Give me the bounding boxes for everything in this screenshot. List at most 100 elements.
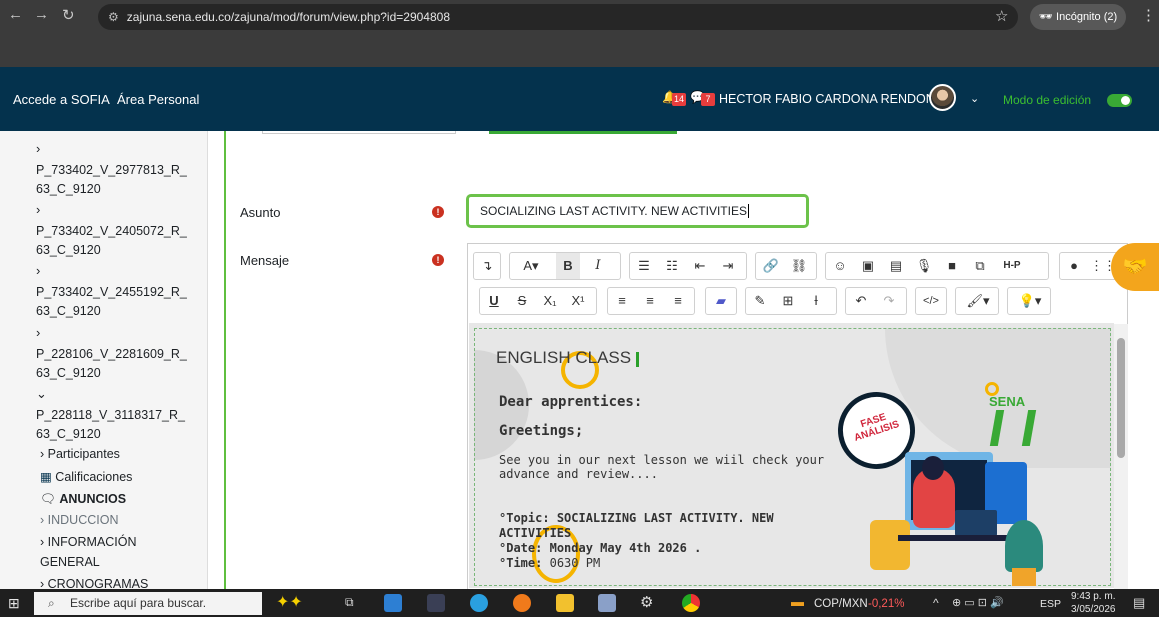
bold-icon[interactable]: B bbox=[556, 253, 580, 279]
app-icon[interactable] bbox=[384, 594, 402, 612]
sidebar-item-induccion[interactable]: › INDUCCION bbox=[40, 510, 118, 530]
language-indicator[interactable]: ESP bbox=[1040, 598, 1061, 610]
accessibility-icon[interactable]: ● bbox=[1062, 253, 1086, 279]
image-icon[interactable]: ▣ bbox=[856, 253, 880, 279]
sidebar-item-label: INFORMACIÓN bbox=[47, 535, 137, 549]
outdent-icon[interactable]: ⇤ bbox=[688, 253, 712, 279]
sparkle-icon[interactable]: ✦✦ bbox=[276, 592, 303, 612]
sidebar-item-active[interactable]: P_228118_V_3118317_R_ 63_C_9120 bbox=[36, 406, 206, 444]
clock-time[interactable]: 9:43 p. m. bbox=[1071, 591, 1115, 602]
taskbar-search-input[interactable]: ⌕ Escribe aquí para buscar. bbox=[34, 592, 262, 615]
table-icon[interactable]: ⊞ bbox=[776, 288, 800, 314]
cut-off-button[interactable] bbox=[489, 131, 677, 134]
redo-icon[interactable]: ↷ bbox=[877, 288, 901, 314]
font-style-dropdown[interactable]: A▾ bbox=[512, 253, 550, 279]
sidebar-item-anuncios[interactable]: 🗨 ANUNCIOS bbox=[40, 489, 126, 509]
notifications-center-icon[interactable]: ▤ bbox=[1133, 595, 1145, 611]
clear-format-icon[interactable]: Ɨ bbox=[804, 288, 828, 314]
tray-overflow-icon[interactable]: ^ bbox=[933, 596, 939, 610]
sidebar-item-label: ANUNCIOS bbox=[59, 492, 127, 506]
superscript-icon[interactable]: X¹ bbox=[566, 288, 590, 314]
incognito-button[interactable]: 🕶 Incógnito (2) bbox=[1030, 4, 1126, 30]
store-icon[interactable] bbox=[427, 594, 445, 612]
chevron-right-icon[interactable]: › bbox=[36, 325, 40, 340]
forward-icon[interactable]: → bbox=[34, 6, 49, 23]
address-bar[interactable]: ⚙ zajuna.sena.edu.co/zajuna/mod/forum/vie… bbox=[98, 4, 1018, 30]
date-value: Monday May 4th 2026 . bbox=[549, 541, 702, 555]
task-view-icon[interactable]: ⧉ bbox=[345, 595, 354, 610]
link-sofia[interactable]: Accede a SOFIA bbox=[13, 92, 110, 107]
windows-start-icon[interactable]: ⊞ bbox=[8, 595, 20, 612]
italic-icon[interactable]: I bbox=[586, 253, 610, 279]
firefox-icon[interactable] bbox=[513, 594, 531, 612]
sidebar-item-label: 63_C_9120 bbox=[36, 243, 101, 257]
user-name[interactable]: HECTOR FABIO CARDONA RENDON bbox=[719, 92, 935, 106]
sidebar-item[interactable]: P_228106_V_2281609_R_ 63_C_9120 bbox=[36, 345, 206, 383]
undo-icon[interactable]: ↶ bbox=[849, 288, 873, 314]
strikethrough-icon[interactable]: S bbox=[510, 288, 534, 314]
settings-gear-icon[interactable]: ⚙ bbox=[640, 593, 653, 611]
record-audio-icon[interactable]: 🎙 bbox=[912, 253, 936, 279]
bookmark-star-icon[interactable]: ☆ bbox=[995, 7, 1008, 25]
collapse-toolbar-icon[interactable]: ↴ bbox=[475, 253, 499, 279]
brush-dropdown-icon[interactable]: 🖌▾ bbox=[960, 288, 996, 314]
edge-icon[interactable] bbox=[470, 594, 488, 612]
chevron-down-icon[interactable]: ⌄ bbox=[970, 92, 979, 105]
sidebar-item-cronogramas[interactable]: › CRONOGRAMAS bbox=[40, 574, 148, 589]
underline-icon[interactable]: U bbox=[482, 288, 506, 314]
message-title: ENGLISH CLASS bbox=[496, 348, 632, 367]
search-icon: ⌕ bbox=[48, 596, 55, 610]
sidebar-item-calificaciones[interactable]: ▦ Calificaciones bbox=[40, 467, 132, 487]
chrome-icon[interactable] bbox=[682, 594, 700, 612]
link-icon[interactable]: 🔗 bbox=[759, 253, 783, 279]
chevron-right-icon[interactable]: › bbox=[36, 202, 40, 217]
file-explorer-icon[interactable] bbox=[556, 594, 574, 612]
sidebar-item-label: P_733402_V_2455192_R_ bbox=[36, 285, 187, 299]
bullet-list-icon[interactable]: ☰ bbox=[632, 253, 656, 279]
reload-icon[interactable]: ↻ bbox=[62, 6, 75, 24]
link-area-personal[interactable]: Área Personal bbox=[117, 92, 199, 107]
align-right-icon[interactable]: ≡ bbox=[666, 288, 690, 314]
currency-pair[interactable]: COP/MXN bbox=[814, 598, 868, 610]
sidebar-item[interactable]: P_733402_V_2455192_R_ 63_C_9120 bbox=[36, 283, 206, 321]
emoji-icon[interactable]: ☺ bbox=[828, 253, 852, 279]
body-line-2: advance and review.... bbox=[499, 467, 658, 481]
chevron-right-icon[interactable]: › bbox=[36, 263, 40, 278]
avatar[interactable] bbox=[929, 84, 956, 111]
greeting-line-2: Greetings; bbox=[499, 423, 584, 439]
indent-icon[interactable]: ⇥ bbox=[716, 253, 740, 279]
clock-date[interactable]: 3/05/2026 bbox=[1071, 604, 1116, 615]
align-left-icon[interactable]: ≡ bbox=[610, 288, 634, 314]
sidebar-item-participantes[interactable]: › Participantes bbox=[40, 444, 120, 464]
record-video-icon[interactable]: ■ bbox=[940, 253, 964, 279]
edit-icon[interactable]: ✎ bbox=[748, 288, 772, 314]
editor-scrollbar-thumb[interactable] bbox=[1117, 338, 1125, 458]
url-text: zajuna.sena.edu.co/zajuna/mod/forum/view… bbox=[126, 10, 450, 24]
subject-input[interactable]: SOCIALIZING LAST ACTIVITY. NEW ACTIVITIE… bbox=[466, 194, 809, 228]
chevron-right-icon[interactable]: › bbox=[36, 141, 40, 156]
teams-icon[interactable]: ▰ bbox=[709, 288, 733, 314]
sidebar-item-informacion-general[interactable]: › INFORMACIÓN GENERAL bbox=[40, 532, 137, 572]
sidebar-item-label: P_228118_V_3118317_R_ bbox=[36, 408, 185, 422]
handshake-icon[interactable]: 🤝 bbox=[1111, 243, 1159, 291]
unlink-icon[interactable]: ⛓ bbox=[787, 253, 811, 279]
html-source-icon[interactable]: </> bbox=[919, 288, 943, 314]
sidebar-item-label: INDUCCION bbox=[47, 513, 119, 527]
lightbulb-dropdown-icon[interactable]: 💡▾ bbox=[1012, 288, 1048, 314]
browser-menu-icon[interactable]: ⋮ bbox=[1141, 6, 1156, 24]
manage-files-icon[interactable]: ⧉ bbox=[968, 253, 992, 279]
media-icon[interactable]: ▤ bbox=[884, 253, 908, 279]
h5p-icon[interactable]: H-P bbox=[994, 253, 1030, 279]
paint-icon[interactable] bbox=[598, 594, 616, 612]
align-center-icon[interactable]: ≡ bbox=[638, 288, 662, 314]
subscript-icon[interactable]: X₁ bbox=[538, 288, 562, 314]
edit-mode-toggle[interactable] bbox=[1107, 94, 1132, 107]
sidebar-item[interactable]: P_733402_V_2977813_R_ 63_C_9120 bbox=[36, 161, 206, 199]
sidebar-item[interactable]: P_733402_V_2405072_R_ 63_C_9120 bbox=[36, 222, 206, 260]
chevron-down-icon[interactable]: ⌄ bbox=[36, 386, 47, 402]
back-icon[interactable]: ← bbox=[8, 6, 23, 23]
sidebar-item-label: Participantes bbox=[47, 447, 120, 461]
site-settings-icon[interactable]: ⚙ bbox=[108, 4, 119, 30]
tray-icons[interactable]: ⊕ ▭ ⊡ 🔊 bbox=[952, 596, 1004, 609]
numbered-list-icon[interactable]: ☷ bbox=[660, 253, 684, 279]
